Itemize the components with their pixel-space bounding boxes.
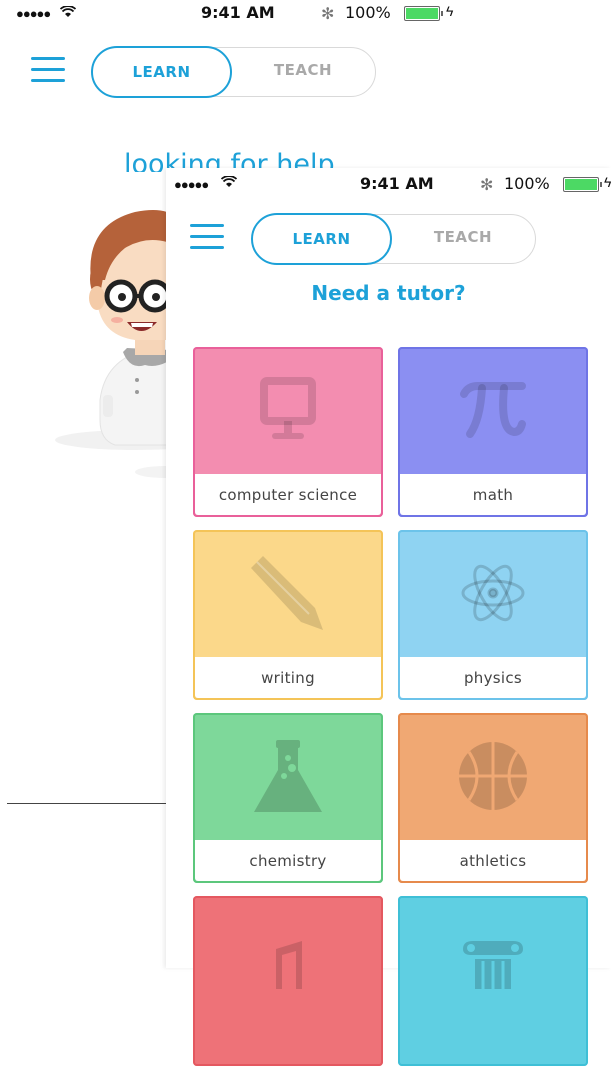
battery-percent: 100% [504,174,550,193]
atom-icon [398,530,588,656]
basketball-icon [398,713,588,839]
clock: 9:41 AM [360,174,434,193]
tutor-character-illustration [55,210,167,478]
subject-label: chemistry [195,840,381,881]
learn-teach-toggle: LEARN TEACH [251,213,536,265]
clock: 9:41 AM [201,3,275,22]
subject-card-writing[interactable]: writing [193,530,383,700]
page-title: Need a tutor? [311,281,466,305]
bluetooth-icon: ✻ [321,6,335,23]
subject-card-athletics[interactable]: athletics [398,713,588,883]
subject-card-history[interactable] [398,896,588,1066]
subject-card-math[interactable]: math [398,347,588,517]
tab-learn[interactable]: LEARN [251,213,392,265]
bluetooth-icon: ✻ [480,177,494,194]
monitor-icon [193,347,383,473]
subject-label: physics [400,657,586,698]
subject-card-music[interactable] [193,896,383,1066]
tutor-subject-screen: ●●●●● 9:41 AM ✻ 100% ϟ LEARN TEACH Need … [166,168,611,1066]
battery-percent: 100% [345,3,391,22]
menu-icon[interactable] [190,224,224,250]
subject-label: athletics [400,840,586,881]
tab-teach[interactable]: TEACH [403,213,523,261]
menu-icon[interactable] [31,57,65,83]
battery-icon [404,6,443,21]
subject-label: computer science [195,474,381,515]
status-bar: ●●●●● 9:41 AM ✻ 100% ϟ [0,0,611,23]
music-icon [193,896,383,1022]
flask-icon [193,713,383,839]
signal-indicator: ●●●●● [16,6,51,21]
battery-icon [563,177,602,192]
signal-indicator: ●●●●● [174,177,209,192]
charging-icon: ϟ [604,174,611,190]
subject-card-computer-science[interactable]: computer science [193,347,383,517]
tab-teach[interactable]: TEACH [243,46,363,94]
subject-card-chemistry[interactable]: chemistry [193,713,383,883]
subject-card-physics[interactable]: physics [398,530,588,700]
column-icon [398,896,588,1022]
charging-icon: ϟ [446,3,454,19]
wifi-icon [60,6,76,17]
wifi-icon [221,176,237,187]
tab-learn[interactable]: LEARN [91,46,232,98]
pi-icon [398,347,588,473]
pencil-icon [193,530,383,656]
subject-label: math [400,474,586,515]
subject-label: writing [195,657,381,698]
learn-teach-toggle: LEARN TEACH [91,46,376,98]
divider-line [7,803,167,804]
status-bar: ●●●●● 9:41 AM ✻ 100% ϟ [166,168,611,194]
